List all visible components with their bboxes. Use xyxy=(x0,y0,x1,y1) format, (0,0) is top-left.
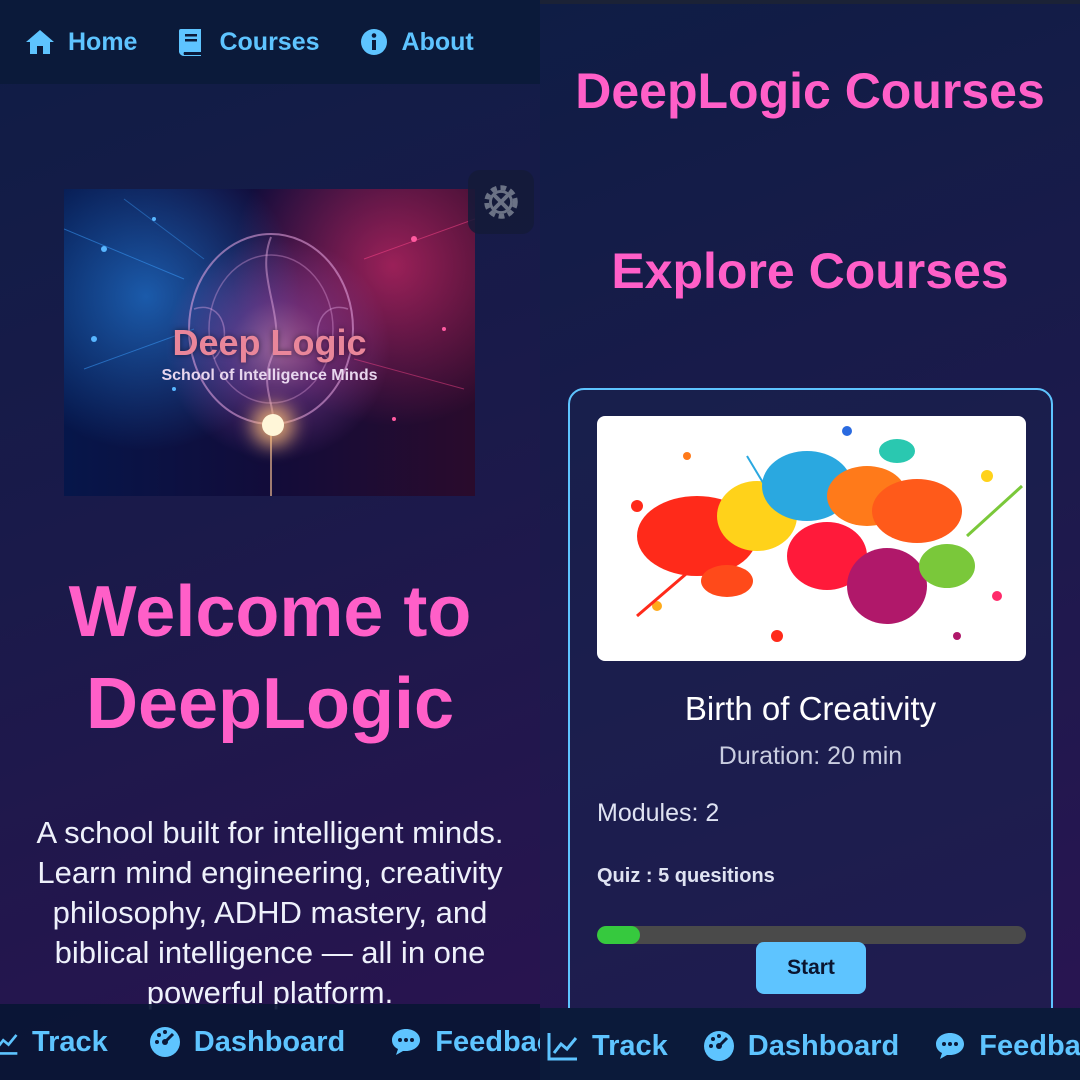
bottom-nav-feedback-label: Feedback xyxy=(435,1025,540,1058)
chart-line-icon xyxy=(547,1033,578,1061)
comment-dots-icon xyxy=(392,1029,421,1055)
bottom-nav-track[interactable]: Track xyxy=(546,1029,668,1063)
bottom-nav-track-label: Track xyxy=(32,1025,108,1058)
hero-glow xyxy=(262,414,284,436)
page-title: DeepLogic Courses xyxy=(575,63,1045,119)
course-card[interactable]: Birth of Creativity Duration: 20 min Mod… xyxy=(568,388,1053,1048)
nav-courses-link[interactable]: Courses xyxy=(175,26,320,58)
chart-line-icon xyxy=(0,1034,18,1055)
home-screen: Home Courses About Deep Logic School of … xyxy=(0,0,540,1080)
nav-about-label: About xyxy=(401,27,474,56)
hero-logo-subtitle: School of Intelligence Minds xyxy=(161,367,378,384)
dashboard-gauge-icon xyxy=(703,1031,734,1061)
bottom-nav-dashboard-label: Dashboard xyxy=(747,1029,900,1062)
bottom-nav-dashboard[interactable]: Dashboard xyxy=(148,1025,345,1059)
hero-logo-title: Deep Logic xyxy=(172,322,367,363)
bottom-nav-track[interactable]: Track xyxy=(0,1025,108,1059)
course-duration: Duration: 20 min xyxy=(718,742,903,770)
home-icon xyxy=(26,30,54,54)
bottom-nav-feedback[interactable]: Feedback xyxy=(389,1025,540,1059)
welcome-line-2: DeepLogic xyxy=(85,664,455,744)
intro-paragraph: A school built for intelligent minds. Le… xyxy=(36,815,504,1010)
nav-home-label: Home xyxy=(68,27,138,56)
welcome-line-1: Welcome to xyxy=(68,572,472,652)
bottom-nav-track-label: Track xyxy=(592,1029,668,1062)
bottom-nav-dashboard[interactable]: Dashboard xyxy=(702,1029,899,1063)
course-title: Birth of Creativity xyxy=(684,690,937,727)
bottom-nav-dashboard-label: Dashboard xyxy=(193,1025,346,1058)
bottom-nav-right: Track Dashboard Feedback xyxy=(540,1008,1080,1080)
course-progress-fill xyxy=(597,926,640,944)
nav-home-link[interactable]: Home xyxy=(24,26,137,58)
info-icon xyxy=(360,29,387,55)
book-icon xyxy=(179,29,202,57)
nav-about-link[interactable]: About xyxy=(358,26,474,58)
bottom-nav-feedback[interactable]: Feedback xyxy=(933,1029,1080,1063)
course-quiz-info: Quiz : 5 quesitions xyxy=(597,865,775,887)
dashboard-gauge-icon xyxy=(149,1027,180,1057)
settings-button[interactable] xyxy=(468,170,534,234)
paint-splash-graphic xyxy=(631,426,1024,642)
settings-tools-icon xyxy=(484,185,518,219)
section-title: Explore Courses xyxy=(611,243,1009,299)
bottom-nav-feedback-label: Feedback xyxy=(979,1029,1080,1062)
welcome-heading: Welcome to DeepLogic xyxy=(0,566,540,750)
nav-courses-label: Courses xyxy=(219,27,320,56)
bottom-nav-left: Track Dashboard Feedback xyxy=(0,1004,540,1080)
start-course-button[interactable]: Start xyxy=(756,942,866,994)
courses-screen: DeepLogic Courses Explore Courses Birth … xyxy=(540,0,1080,1080)
top-nav: Home Courses About xyxy=(0,0,540,84)
hero-banner-image: Deep Logic School of Intelligence Minds xyxy=(64,189,475,496)
course-modules: Modules: 2 xyxy=(597,799,720,827)
course-image xyxy=(597,416,1026,661)
comment-dots-icon xyxy=(936,1033,965,1059)
